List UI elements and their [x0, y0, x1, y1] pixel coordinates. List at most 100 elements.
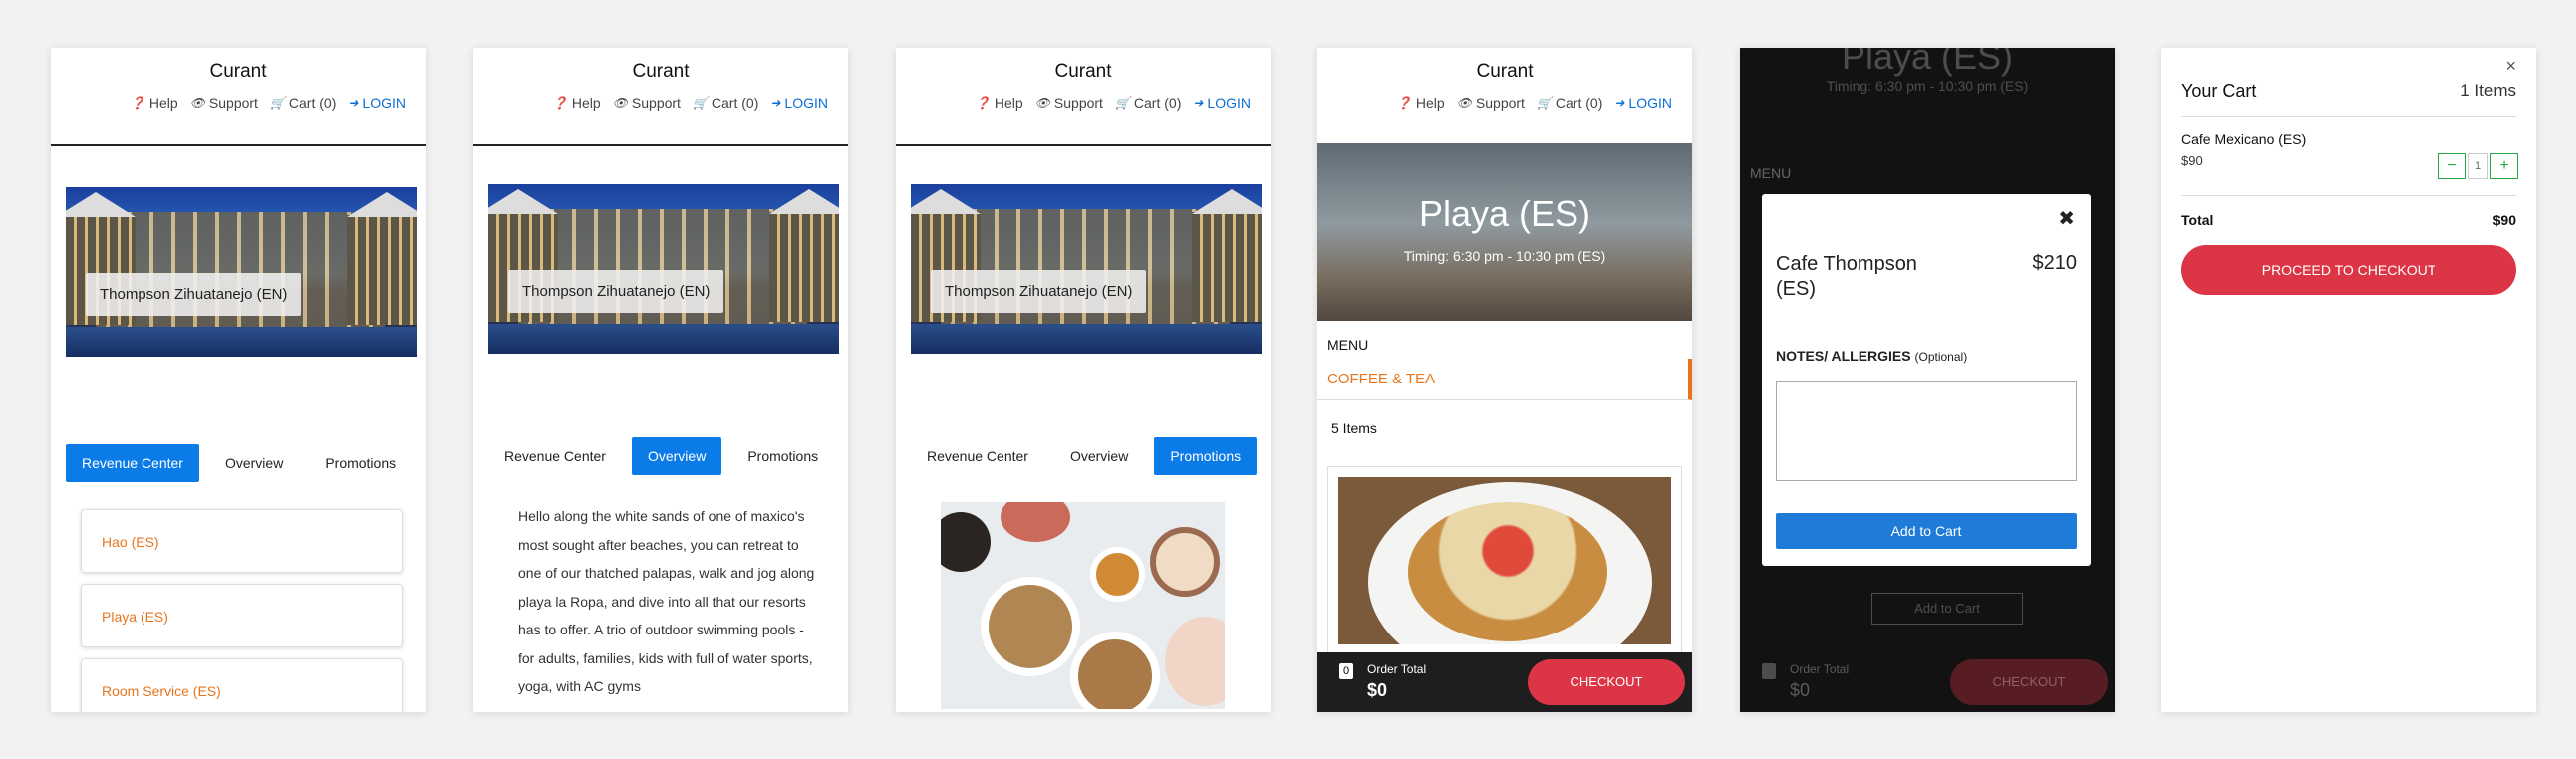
bg-order-total-label: Order Total	[1790, 662, 1850, 676]
support-icon: 👁	[1034, 96, 1050, 110]
support-icon: 👁	[612, 96, 628, 110]
revenue-center-item[interactable]: Playa (ES)	[81, 584, 403, 647]
item-count: 5 Items	[1331, 420, 1377, 436]
support-link[interactable]: 👁 Support	[1035, 95, 1103, 111]
modal-item-name: Cafe Thompson (ES)	[1776, 253, 1917, 300]
help-icon: ❓	[552, 96, 568, 110]
proceed-to-checkout-button[interactable]: PROCEED TO CHECKOUT	[2181, 245, 2516, 295]
revenue-center-item[interactable]: Room Service (ES)	[81, 658, 403, 712]
screen-promotions: Curant ❓ Help 👁 Support 🛒 Cart (0) ➜ LOGIN T…	[896, 48, 1271, 712]
brand-title: Curant	[632, 61, 690, 82]
support-link[interactable]: 👁 Support	[1457, 95, 1525, 111]
bg-menu-label: MENU	[1750, 165, 1792, 181]
login-link[interactable]: ➜ LOGIN	[348, 95, 406, 111]
cart-icon: 🛒	[1114, 96, 1130, 110]
close-icon[interactable]: ×	[2505, 56, 2516, 77]
top-nav: ❓ Help 👁 Support 🛒 Cart (0) ➜ LOGIN	[553, 95, 828, 111]
support-link[interactable]: 👁 Support	[613, 95, 681, 111]
cart-title: Your Cart	[2181, 81, 2257, 101]
tab-promotions[interactable]: Promotions	[309, 444, 412, 482]
order-total-amount: $0	[1367, 680, 1388, 700]
tab-revenue-center[interactable]: Revenue Center	[911, 437, 1044, 475]
hotel-name-label: Thompson Zihuatanejo (EN)	[86, 273, 302, 316]
login-icon: ➜	[348, 96, 359, 110]
screen-cart: × Your Cart 1 Items Cafe Mexicano (ES) $…	[2161, 48, 2536, 712]
venue-title: Playa (ES)	[1418, 193, 1591, 234]
cart-link[interactable]: 🛒 Cart (0)	[693, 95, 758, 111]
tab-overview[interactable]: Overview	[1054, 437, 1144, 475]
help-link[interactable]: ❓ Help	[553, 95, 601, 111]
cart-icon: 🛒	[269, 96, 285, 110]
add-item-modal: ✖ Cafe Thompson (ES) $210 NOTES/ ALLERGI…	[1762, 194, 2091, 566]
top-nav: ❓ Help 👁 Support 🛒 Cart (0) ➜ LOGIN	[131, 95, 406, 111]
top-nav: ❓ Help 👁 Support 🛒 Cart (0) ➜ LOGIN	[976, 95, 1251, 111]
top-nav: ❓ Help 👁 Support 🛒 Cart (0) ➜ LOGIN	[1397, 95, 1672, 111]
menu-label: MENU	[1327, 337, 1369, 353]
brand-title: Curant	[209, 61, 267, 82]
total-label: Total	[2181, 212, 2214, 228]
login-icon: ➜	[770, 96, 781, 110]
cart-item-name: Cafe Mexicano (ES)	[2181, 131, 2307, 147]
cart-icon: 🛒	[692, 96, 708, 110]
cart-item-count: 1 Items	[2460, 81, 2516, 100]
help-icon: ❓	[1396, 96, 1412, 110]
tab-overview[interactable]: Overview	[631, 437, 722, 475]
cart-count-badge: 0	[1339, 663, 1353, 679]
hotel-hero-image: Thompson Zihuatanejo (EN)	[66, 187, 417, 357]
decrease-button[interactable]: −	[2438, 153, 2466, 179]
notes-label: NOTES/ ALLERGIES (Optional)	[1776, 348, 1968, 364]
bg-venue-title: Playa (ES)	[1841, 48, 2014, 77]
menu-item-image	[1338, 477, 1671, 644]
overview-description: Hello along the white sands of one of ma…	[518, 508, 815, 694]
revenue-center-item[interactable]: Hao (ES)	[81, 509, 403, 573]
divider	[2181, 116, 2516, 117]
header: Curant ❓ Help 👁 Support 🛒 Cart (0) ➜ LOGIN	[473, 48, 848, 146]
order-total-label: Order Total	[1367, 662, 1427, 676]
cart-icon: 🛒	[1536, 96, 1552, 110]
notes-textarea[interactable]	[1776, 381, 2077, 481]
help-link[interactable]: ❓ Help	[1397, 95, 1445, 111]
login-link[interactable]: ➜ LOGIN	[1193, 95, 1251, 111]
cart-item-price: $90	[2181, 153, 2203, 168]
cart-link[interactable]: 🛒 Cart (0)	[270, 95, 336, 111]
category-coffee-tea[interactable]: COFFEE & TEA	[1317, 359, 1692, 400]
brand-title: Curant	[1054, 61, 1112, 82]
login-icon: ➜	[1193, 96, 1204, 110]
screen-venue-menu: Curant ❓ Help 👁 Support 🛒 Cart (0) ➜ LOGIN P…	[1317, 48, 1692, 712]
cart-link[interactable]: 🛒 Cart (0)	[1115, 95, 1181, 111]
hotel-hero-image: Thompson Zihuatanejo (EN)	[911, 184, 1262, 354]
venue-banner: Playa (ES) Timing: 6:30 pm - 10:30 pm (E…	[1317, 143, 1692, 321]
hotel-name-label: Thompson Zihuatanejo (EN)	[931, 270, 1147, 313]
help-icon: ❓	[130, 96, 145, 110]
tab-promotions[interactable]: Promotions	[1154, 437, 1258, 475]
bg-venue-timing: Timing: 6:30 pm - 10:30 pm (ES)	[1826, 78, 2029, 94]
brand-title: Curant	[1476, 61, 1534, 82]
bg-add-button: Add to Cart	[1871, 593, 2023, 625]
tab-revenue-center[interactable]: Revenue Center	[488, 437, 622, 475]
help-link[interactable]: ❓ Help	[976, 95, 1023, 111]
tab-revenue-center[interactable]: Revenue Center	[66, 444, 199, 482]
header: Curant ❓ Help 👁 Support 🛒 Cart (0) ➜ LOGIN	[896, 48, 1271, 146]
menu-item-card[interactable]	[1327, 466, 1682, 655]
cart-link[interactable]: 🛒 Cart (0)	[1537, 95, 1602, 111]
tab-overview[interactable]: Overview	[209, 444, 299, 482]
quantity-stepper: − 1 +	[2438, 153, 2518, 179]
login-link[interactable]: ➜ LOGIN	[1614, 95, 1672, 111]
header: Curant ❓ Help 👁 Support 🛒 Cart (0) ➜ LOGIN	[51, 48, 426, 146]
increase-button[interactable]: +	[2490, 153, 2518, 179]
add-to-cart-button[interactable]: Add to Cart	[1776, 513, 2077, 549]
venue-timing: Timing: 6:30 pm - 10:30 pm (ES)	[1403, 248, 1606, 264]
tab-promotions[interactable]: Promotions	[731, 437, 834, 475]
support-link[interactable]: 👁 Support	[190, 95, 258, 111]
hotel-hero-image: Thompson Zihuatanejo (EN)	[488, 184, 839, 354]
checkout-button[interactable]: CHECKOUT	[1528, 659, 1685, 705]
quantity-value: 1	[2468, 153, 2488, 179]
bg-order-amount: $0	[1790, 680, 1811, 700]
login-icon: ➜	[1614, 96, 1625, 110]
tab-bar: Revenue Center Overview Promotions	[911, 437, 1258, 475]
hotel-name-label: Thompson Zihuatanejo (EN)	[508, 270, 724, 313]
login-link[interactable]: ➜ LOGIN	[770, 95, 828, 111]
close-icon[interactable]: ✖	[2058, 206, 2075, 231]
screen-revenue-center: Curant ❓ Help 👁 Support 🛒 Cart (0) ➜ LOGIN T…	[51, 48, 426, 712]
help-link[interactable]: ❓ Help	[131, 95, 178, 111]
